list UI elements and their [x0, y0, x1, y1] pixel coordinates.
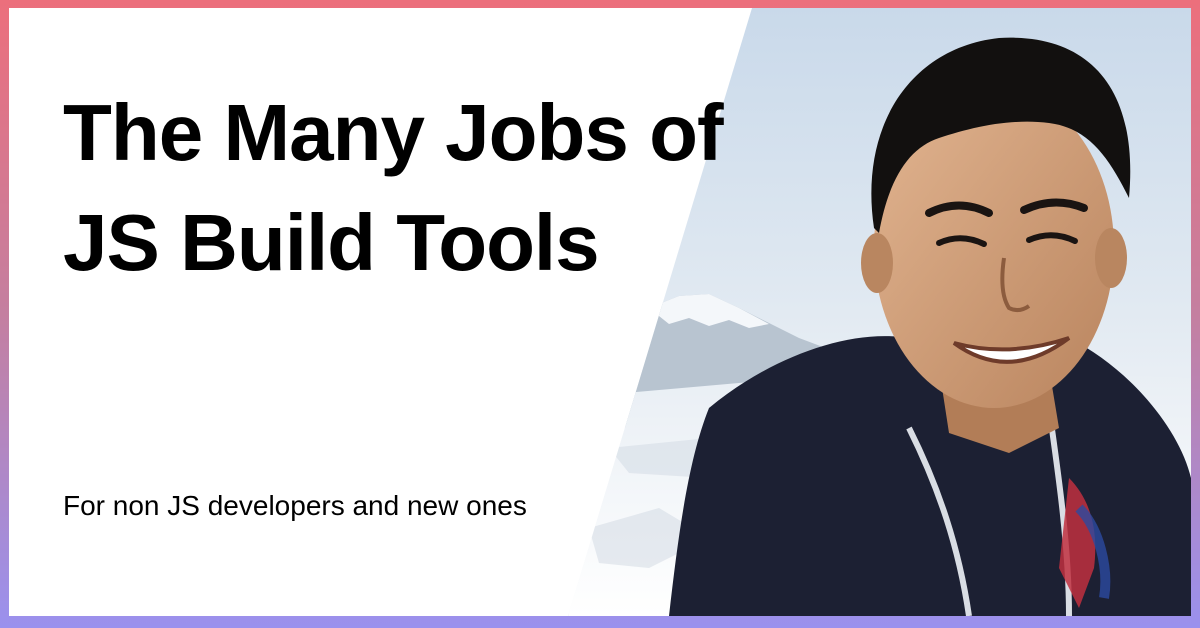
card-subtitle: For non JS developers and new ones — [63, 490, 527, 521]
social-card: The Many Jobs of JS Build Tools For non … — [9, 8, 1191, 616]
card-title: The Many Jobs of JS Build Tools — [63, 88, 724, 287]
gradient-border-frame: The Many Jobs of JS Build Tools For non … — [0, 0, 1200, 628]
